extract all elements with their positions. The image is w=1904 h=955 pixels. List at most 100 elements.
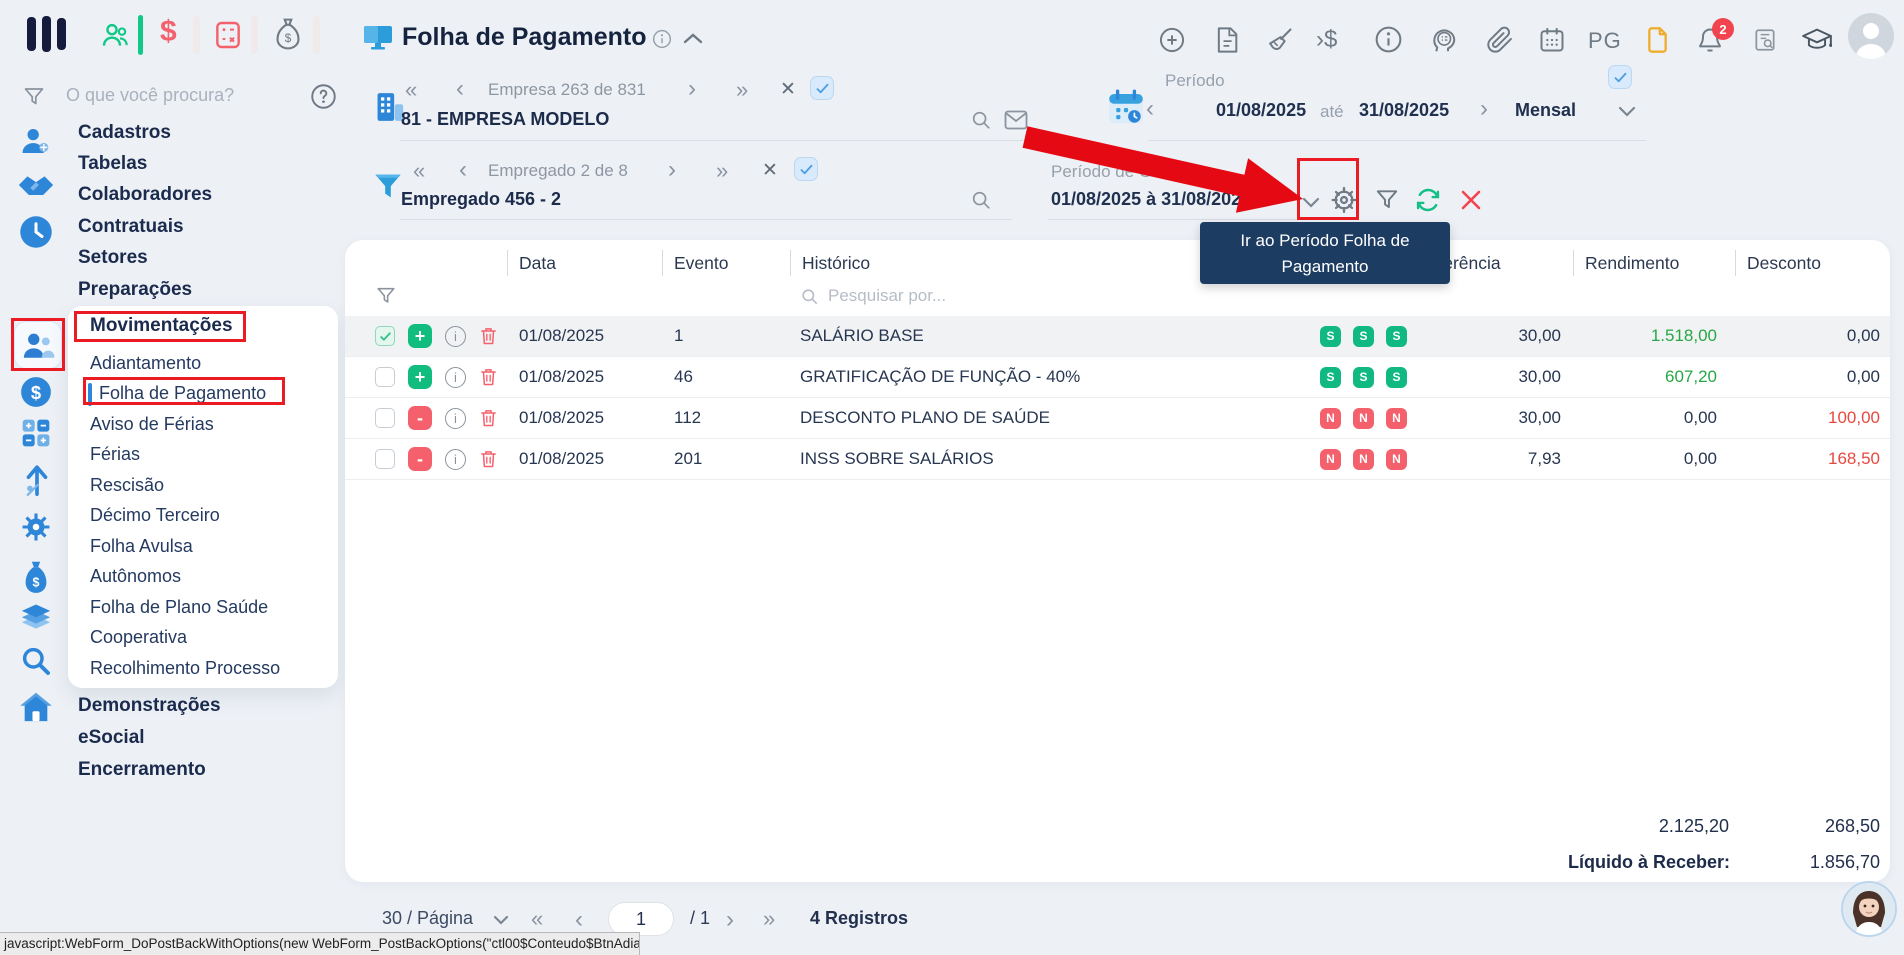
company-clear-button[interactable]: ✕ [780, 78, 796, 101]
sidebar-icon-clock[interactable] [18, 214, 54, 250]
page-size-chevron-icon[interactable] [493, 915, 509, 926]
employee-clear-button[interactable]: ✕ [762, 159, 778, 182]
row-info-icon[interactable]: i [445, 408, 466, 429]
company-next-button[interactable]: › [688, 75, 696, 103]
sidebar-icon-employees-active[interactable] [14, 321, 62, 369]
first-page-button[interactable]: « [531, 906, 543, 932]
sidebar-item-encerramento[interactable]: Encerramento [78, 754, 338, 786]
sidebar-item-contratuais[interactable]: Contratuais [78, 211, 338, 242]
table-row[interactable]: - i 01/08/2025 112 DESCONTO PLANO DE SAÚ… [345, 398, 1890, 439]
sidebar-icon-layers[interactable] [19, 603, 53, 633]
page-number-input[interactable] [608, 902, 674, 936]
sidebar-item-autonomos[interactable]: Autônomos [68, 562, 338, 593]
company-checkbox[interactable] [810, 76, 834, 100]
employee-last-button[interactable]: » [716, 158, 728, 184]
historico-search[interactable] [790, 286, 1318, 306]
gestao-value[interactable]: 01/08/2025 à 31/08/2025 ... [1051, 189, 1271, 210]
row-delete-icon[interactable] [479, 449, 498, 469]
company-first-button[interactable]: « [405, 77, 417, 103]
currency-conversion-icon[interactable]: ›$ [1316, 26, 1337, 54]
sidebar-item-colaboradores[interactable]: Colaboradores [78, 180, 338, 211]
training-graduation-icon[interactable] [1802, 26, 1832, 54]
module-calculator-icon[interactable] [212, 19, 244, 51]
gestao-settings-gear-icon[interactable] [1328, 184, 1360, 216]
company-mail-icon[interactable] [1004, 110, 1028, 130]
period-prev-button[interactable]: ‹ [1146, 95, 1154, 123]
row-info-icon[interactable]: i [445, 449, 466, 470]
document-search-icon[interactable] [1752, 27, 1778, 53]
header-desconto[interactable]: Desconto [1735, 250, 1890, 276]
title-collapse-chevron-icon[interactable] [682, 31, 704, 45]
sidebar-icon-home[interactable] [19, 691, 53, 723]
page-size-select[interactable]: 30 / Página [382, 908, 473, 929]
module-people-icon[interactable] [100, 19, 132, 51]
row-checkbox[interactable] [375, 367, 395, 387]
prev-page-button[interactable]: ‹ [575, 906, 583, 934]
row-checkbox[interactable] [375, 449, 395, 469]
sidebar-item-recolhimento-processo[interactable]: Recolhimento Processo [68, 653, 338, 684]
sidebar-item-aviso-de-ferias[interactable]: Aviso de Férias [68, 409, 338, 440]
user-avatar[interactable] [1848, 13, 1894, 59]
row-info-icon[interactable]: i [445, 367, 466, 388]
period-start-date[interactable]: 01/08/2025 [1216, 100, 1306, 121]
sidebar-item-preparacoes[interactable]: Preparações [78, 274, 338, 305]
module-moneybag-icon[interactable]: $ [272, 17, 304, 51]
support-avatar[interactable] [1841, 881, 1897, 937]
employee-search-icon[interactable] [970, 189, 992, 211]
title-info-icon[interactable] [652, 29, 672, 49]
table-row[interactable]: - i 01/08/2025 201 INSS SOBRE SALÁRIOS N… [345, 439, 1890, 480]
table-row[interactable]: + i 01/08/2025 46 GRATIFICAÇÃO DE FUNÇÃO… [345, 357, 1890, 398]
sidebar-icon-person-settings[interactable] [18, 124, 54, 158]
attachment-icon[interactable] [1486, 26, 1514, 54]
company-last-button[interactable]: » [736, 77, 748, 103]
sidebar-item-movimentacoes[interactable]: Movimentações [68, 306, 338, 346]
sidebar-icon-gear[interactable] [19, 510, 53, 544]
row-delete-icon[interactable] [479, 367, 498, 387]
row-type-button[interactable]: - [408, 406, 432, 430]
sidebar-item-setores[interactable]: Setores [78, 243, 338, 274]
period-next-button[interactable]: › [1480, 95, 1488, 123]
row-type-button[interactable]: + [408, 365, 432, 389]
sidebar-item-decimo-terceiro[interactable]: Décimo Terceiro [68, 501, 338, 532]
row-checkbox[interactable] [375, 326, 395, 346]
row-type-button[interactable]: + [408, 324, 432, 348]
row-type-button[interactable]: - [408, 447, 432, 471]
employee-next-button[interactable]: › [668, 156, 676, 184]
company-search-icon[interactable] [970, 109, 992, 131]
sidebar-icon-handshake[interactable] [16, 169, 56, 201]
employee-prev-button[interactable]: ‹ [459, 156, 467, 184]
sidebar-item-cooperativa[interactable]: Cooperativa [68, 623, 338, 654]
sidebar-help-icon[interactable] [310, 83, 337, 110]
sidebar-item-adiantamento[interactable]: Adiantamento [68, 348, 338, 379]
ai-assistant-icon[interactable] [1428, 25, 1458, 55]
next-page-button[interactable]: › [726, 906, 734, 934]
gestao-refresh-icon[interactable] [1414, 186, 1442, 214]
document-icon[interactable] [1214, 26, 1240, 54]
sidebar-icon-calculator[interactable] [20, 417, 52, 449]
employee-first-button[interactable]: « [413, 158, 425, 184]
table-row[interactable]: + i 01/08/2025 1 SALÁRIO BASE SSS 30,00 … [345, 316, 1890, 357]
period-end-date[interactable]: 31/08/2025 [1359, 100, 1449, 121]
yellow-document-icon[interactable] [1644, 26, 1671, 54]
header-data[interactable]: Data [507, 250, 662, 276]
row-info-icon[interactable]: i [445, 326, 466, 347]
period-mode-select[interactable]: Mensal [1515, 100, 1576, 121]
module-finance-icon[interactable]: $ [160, 15, 177, 49]
sidebar-item-folha-de-pagamento[interactable]: Folha de Pagamento [68, 379, 338, 410]
sidebar-item-tabelas[interactable]: Tabelas [78, 148, 338, 179]
sidebar-search-input[interactable] [66, 85, 296, 106]
pg-icon[interactable]: PG [1588, 28, 1622, 54]
sidebar-icon-moneybag[interactable]: $ [20, 559, 52, 595]
gestao-cancel-icon[interactable] [1460, 189, 1482, 211]
header-evento[interactable]: Evento [662, 250, 790, 276]
sidebar-item-cadastros[interactable]: Cadastros [78, 117, 338, 148]
row-delete-icon[interactable] [479, 408, 498, 428]
employee-checkbox[interactable] [794, 157, 818, 181]
last-page-button[interactable]: » [763, 906, 775, 932]
calendar-icon[interactable] [1538, 26, 1566, 54]
sidebar-item-ferias[interactable]: Férias [68, 440, 338, 471]
sidebar-filter-icon[interactable] [22, 85, 46, 109]
row-filter-icon[interactable] [345, 285, 507, 307]
sidebar-icon-search[interactable] [20, 645, 52, 677]
sidebar-item-rescisao[interactable]: Rescisão [68, 470, 338, 501]
